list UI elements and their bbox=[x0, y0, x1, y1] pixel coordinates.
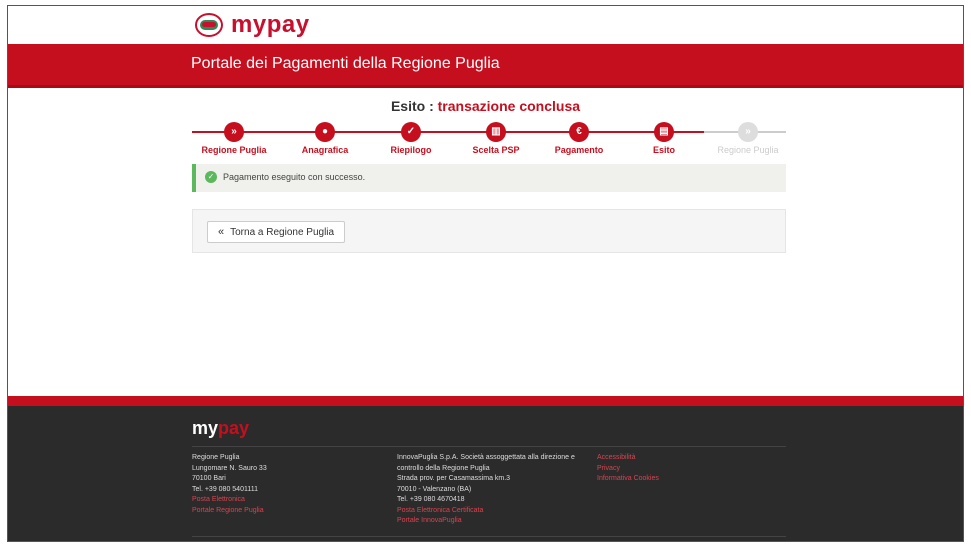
step-label: Anagrafica bbox=[301, 145, 349, 155]
footer: mypay Regione Puglia Lungomare N. Sauro … bbox=[8, 406, 963, 541]
footer-link-portale-innovapuglia[interactable]: Portale InnovaPuglia bbox=[397, 516, 597, 527]
success-alert: ✓ Pagamento eseguito con successo. bbox=[192, 164, 786, 192]
step-label: Pagamento bbox=[554, 145, 604, 155]
footer-link-cookies[interactable]: Informativa Cookies bbox=[597, 474, 659, 485]
footer-divider bbox=[192, 446, 786, 447]
footer-text: Regione Puglia bbox=[192, 454, 240, 461]
document-icon: ▤ bbox=[654, 122, 674, 142]
chevron-double-left-icon: « bbox=[218, 226, 225, 238]
step-label: Regione Puglia bbox=[201, 145, 267, 155]
portal-title: Portale dei Pagamenti della Regione Pugl… bbox=[191, 55, 500, 72]
footer-col-innovapuglia: InnovaPuglia S.p.A. Società assoggettata… bbox=[397, 453, 597, 527]
footer-text: Strada prov. per Casamassima km.3 bbox=[397, 475, 511, 482]
step-pagamento: € Pagamento bbox=[534, 120, 624, 155]
footer-mypay-logo: mypay bbox=[192, 418, 250, 438]
mypay-logo[interactable]: mypay bbox=[231, 11, 310, 39]
chevron-double-right-icon: » bbox=[224, 122, 244, 142]
user-icon: ● bbox=[315, 122, 335, 142]
step-regione-puglia: » Regione Puglia bbox=[189, 120, 279, 155]
step-riepilogo: ✓ Riepilogo bbox=[366, 120, 456, 155]
chevron-right-icon: » bbox=[738, 122, 758, 142]
portal-title-bar: Portale dei Pagamenti della Regione Pugl… bbox=[8, 44, 963, 88]
step-regione-puglia-return: » Regione Puglia bbox=[703, 120, 793, 155]
brand-pay: pay bbox=[266, 11, 310, 38]
footer-link-privacy[interactable]: Privacy bbox=[597, 464, 659, 475]
top-header: mypay bbox=[8, 6, 963, 44]
browser-frame: mypay Portale dei Pagamenti della Region… bbox=[7, 5, 964, 542]
result-title: Esito : transazione conclusa bbox=[8, 98, 963, 114]
footer-text: InnovaPuglia S.p.A. Società assoggettata… bbox=[397, 454, 575, 461]
step-esito: ▤ Esito bbox=[619, 120, 709, 155]
footer-link-portale-regione[interactable]: Portale Regione Puglia bbox=[192, 506, 267, 517]
bank-icon: ▥ bbox=[486, 122, 506, 142]
footer-text: Tel. +39 080 5401111 bbox=[192, 485, 258, 493]
footer-text: Lungomare N. Sauro 33 bbox=[192, 464, 267, 472]
progress-stepper: » Regione Puglia ● Anagrafica ✓ Riepilog… bbox=[192, 120, 786, 160]
step-anagrafica: ● Anagrafica bbox=[280, 120, 370, 155]
step-label: Regione Puglia bbox=[717, 145, 779, 155]
footer-text: controllo della Regione Puglia bbox=[397, 464, 490, 472]
footer-text: 70100 Bari bbox=[192, 475, 226, 482]
footer-col-links: Accessibilità Privacy Informativa Cookie… bbox=[597, 453, 659, 485]
check-circle-icon: ✓ bbox=[205, 171, 217, 183]
step-label: Scelta PSP bbox=[472, 145, 520, 155]
result-status: transazione conclusa bbox=[437, 98, 581, 114]
footer-text: Tel. +39 080 4670418 bbox=[397, 496, 465, 503]
action-panel: « Torna a Regione Puglia bbox=[192, 209, 786, 253]
footer-red-strip bbox=[8, 396, 963, 406]
back-to-regione-puglia-button[interactable]: « Torna a Regione Puglia bbox=[207, 221, 346, 243]
footer-text: 70010 - Valenzano (BA) bbox=[397, 485, 472, 493]
success-message: Pagamento eseguito con successo. bbox=[223, 172, 366, 182]
check-icon: ✓ bbox=[401, 122, 421, 142]
footer-col-regione: Regione Puglia Lungomare N. Sauro 33 701… bbox=[192, 453, 267, 516]
step-label: Riepilogo bbox=[390, 145, 432, 155]
step-label: Esito bbox=[652, 145, 675, 155]
euro-icon: € bbox=[569, 122, 589, 142]
footer-link-accessibilita[interactable]: Accessibilità bbox=[597, 453, 659, 464]
brand-my: my bbox=[231, 11, 267, 38]
back-button-label: Torna a Regione Puglia bbox=[230, 227, 335, 238]
main-content: Esito : transazione conclusa » Regione P… bbox=[8, 88, 963, 396]
result-label: Esito : bbox=[390, 98, 434, 114]
footer-link-posta-elettronica[interactable]: Posta Elettronica bbox=[192, 495, 267, 506]
footer-link-pec[interactable]: Posta Elettronica Certificata bbox=[397, 506, 597, 517]
footer-divider-bottom bbox=[192, 536, 786, 537]
step-scelta-psp: ▥ Scelta PSP bbox=[451, 120, 541, 155]
pagopa-logo-icon bbox=[195, 13, 223, 37]
